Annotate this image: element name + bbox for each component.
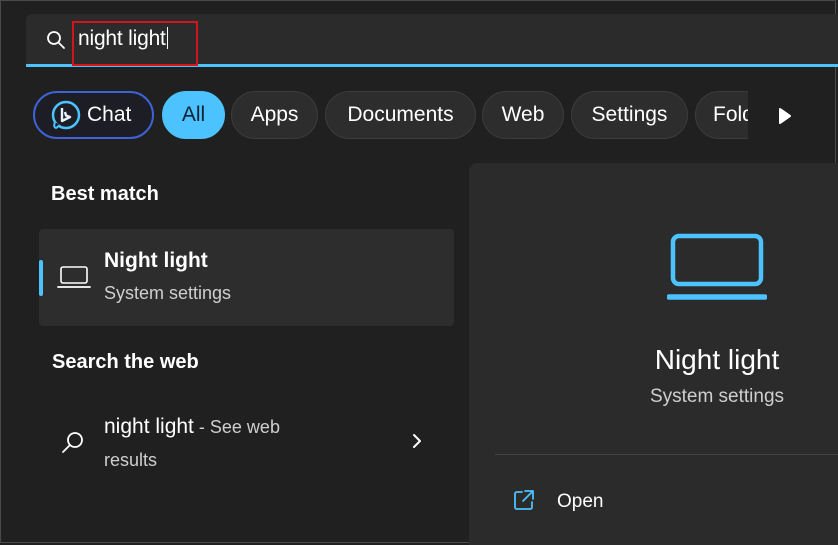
laptop-icon xyxy=(57,266,91,288)
laptop-icon xyxy=(667,233,767,300)
search-icon xyxy=(62,432,83,453)
bing-chat-icon xyxy=(51,100,81,130)
best-match-heading: Best match xyxy=(51,183,159,205)
preview-panel: Night light System settings Open xyxy=(469,163,838,545)
open-external-icon[interactable] xyxy=(513,489,535,511)
web-query: night light xyxy=(104,415,194,438)
web-see-label: - See web xyxy=(193,417,280,437)
filter-settings-label: Settings xyxy=(591,103,668,126)
web-search-result[interactable]: night light - See web results xyxy=(39,400,454,480)
web-results-label: results xyxy=(104,450,158,470)
best-match-result[interactable]: Night light System settings xyxy=(39,229,454,326)
preview-title: Night light xyxy=(654,344,780,375)
annotation-highlight-box xyxy=(72,21,198,66)
chevron-right-icon[interactable] xyxy=(411,433,423,449)
play-arrow-icon xyxy=(779,108,791,124)
filter-documents[interactable]: Documents xyxy=(325,91,476,139)
filter-folders[interactable]: Folders xyxy=(695,91,749,139)
result-subtitle: System settings xyxy=(104,283,232,303)
selection-indicator xyxy=(39,260,43,296)
preview-divider xyxy=(495,454,838,455)
filter-apps[interactable]: Apps xyxy=(231,91,318,139)
filter-chips: Chat All Apps Documents Web Settings Fol… xyxy=(33,89,749,143)
web-query-line: night light - See web xyxy=(104,415,280,439)
filter-web-label: Web xyxy=(501,103,545,126)
open-action-label[interactable]: Open xyxy=(557,491,603,513)
chat-chip-label: Chat xyxy=(87,103,132,126)
filter-folders-label: Folders xyxy=(713,103,749,126)
filter-settings[interactable]: Settings xyxy=(571,91,688,139)
preview-subtitle: System settings xyxy=(649,386,785,407)
filter-apps-label: Apps xyxy=(250,103,299,126)
scroll-right-button[interactable] xyxy=(748,91,824,141)
chat-chip[interactable]: Chat xyxy=(33,91,154,139)
search-icon xyxy=(47,31,65,49)
search-web-heading: Search the web xyxy=(52,351,199,373)
filter-documents-label: Documents xyxy=(347,103,454,126)
filter-all-label: All xyxy=(181,103,206,126)
result-name: Night light xyxy=(104,249,208,272)
filter-web[interactable]: Web xyxy=(482,91,564,139)
filter-all[interactable]: All xyxy=(162,91,225,139)
